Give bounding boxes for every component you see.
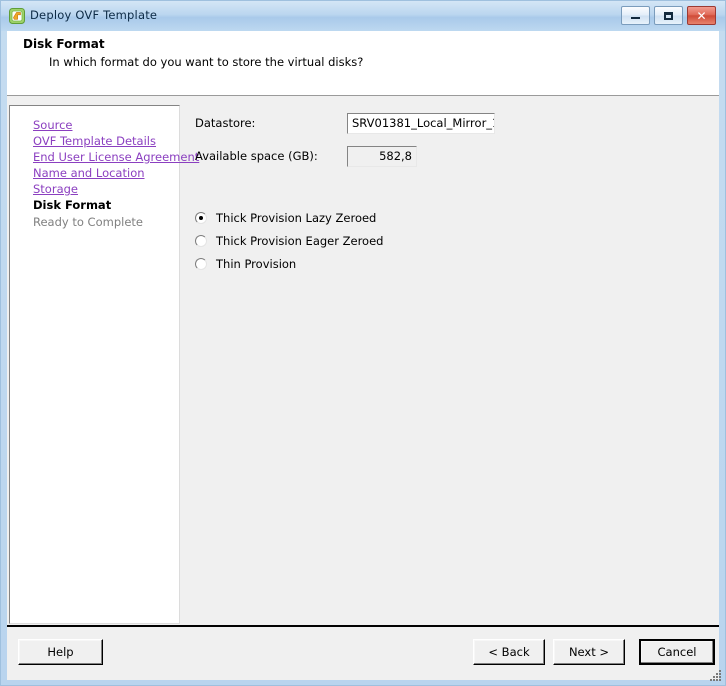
close-button[interactable]: ✕ xyxy=(687,6,716,25)
next-button[interactable]: Next > xyxy=(553,639,625,665)
sidebar-item-name-location[interactable]: Name and Location xyxy=(33,165,145,181)
sidebar-item-storage[interactable]: Storage xyxy=(33,181,78,197)
help-button[interactable]: Help xyxy=(18,639,103,665)
sidebar-item-ovf-details[interactable]: OVF Template Details xyxy=(33,133,156,149)
radio-label-thin: Thin Provision xyxy=(216,257,297,271)
page-subtitle: In which format do you want to store the… xyxy=(49,55,364,69)
radio-icon-unselected xyxy=(195,235,207,247)
minimize-icon xyxy=(622,7,649,24)
window-titlebar[interactable]: Deploy OVF Template ✕ xyxy=(1,1,725,31)
radio-label-thick-eager: Thick Provision Eager Zeroed xyxy=(216,234,384,248)
resize-grip-icon[interactable] xyxy=(708,668,722,682)
minimize-button[interactable] xyxy=(621,6,650,25)
wizard-footer: Help < Back Next > Cancel xyxy=(7,625,719,680)
page-title: Disk Format xyxy=(23,37,105,51)
cancel-button[interactable]: Cancel xyxy=(639,639,715,665)
back-button[interactable]: < Back xyxy=(473,639,545,665)
wizard-header: Disk Format In which format do you want … xyxy=(7,31,719,96)
close-icon: ✕ xyxy=(696,8,707,23)
radio-label-thick-lazy: Thick Provision Lazy Zeroed xyxy=(216,211,377,225)
available-space-field: 582,8 xyxy=(347,146,417,167)
wizard-step-list: Source OVF Template Details End User Lic… xyxy=(9,105,199,624)
sidebar-item-eula[interactable]: End User License Agreement xyxy=(33,149,199,165)
sidebar-item-source[interactable]: Source xyxy=(33,117,73,133)
sidebar-item-disk-format[interactable]: Disk Format xyxy=(33,197,111,213)
deploy-ovf-template-window: Deploy OVF Template ✕ Disk Format In whi… xyxy=(0,0,726,686)
disk-format-pane: Datastore: SRV01381_Local_Mirror_1 Avail… xyxy=(187,105,715,624)
available-space-label: Available space (GB): xyxy=(195,149,318,163)
datastore-label: Datastore: xyxy=(195,116,256,130)
radio-icon-selected xyxy=(195,212,207,224)
radio-icon-unselected xyxy=(195,258,207,270)
maximize-button[interactable] xyxy=(654,6,683,25)
wizard-body: Source OVF Template Details End User Lic… xyxy=(7,96,719,625)
window-title: Deploy OVF Template xyxy=(30,8,158,22)
ovf-template-icon xyxy=(9,8,25,24)
sidebar-item-ready-complete: Ready to Complete xyxy=(33,215,143,229)
maximize-icon xyxy=(655,7,682,24)
datastore-field[interactable]: SRV01381_Local_Mirror_1 xyxy=(347,113,495,134)
